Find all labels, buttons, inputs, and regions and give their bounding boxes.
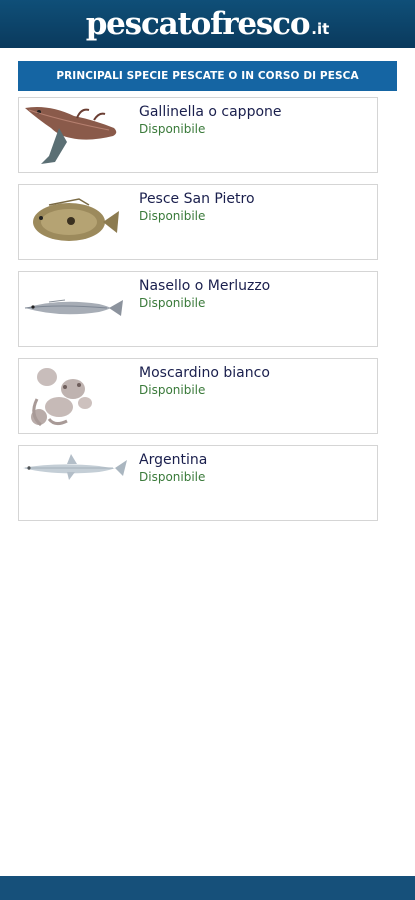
- logo-text: pescatofresco: [85, 5, 311, 42]
- argentine-fish-image: [19, 446, 131, 520]
- availability-status: Disponibile: [139, 122, 206, 136]
- species-name: Nasello o Merluzzo: [139, 278, 271, 294]
- availability-status: Disponibile: [139, 296, 206, 310]
- species-list: Gallinella o cappone Disponibile Pesce S…: [18, 97, 378, 532]
- list-item-san-pietro[interactable]: Pesce San Pietro Disponibile: [18, 184, 378, 260]
- hake-fish-image: [19, 272, 131, 346]
- species-name: Moscardino bianco: [139, 365, 270, 381]
- app-header: pescatofresco .it: [0, 0, 415, 48]
- list-item-argentina[interactable]: Argentina Disponibile: [18, 445, 378, 521]
- availability-status: Disponibile: [139, 383, 206, 397]
- section-title: PRINCIPALI SPECIE PESCATE O IN CORSO DI …: [56, 70, 359, 82]
- availability-status: Disponibile: [139, 470, 206, 484]
- logo-suffix: .it: [311, 19, 330, 38]
- site-logo[interactable]: pescatofresco .it: [85, 5, 330, 42]
- species-name: Gallinella o cappone: [139, 104, 282, 120]
- john-dory-fish-image: [19, 185, 131, 259]
- gurnard-fish-image: [19, 98, 131, 172]
- list-item-nasello[interactable]: Nasello o Merluzzo Disponibile: [18, 271, 378, 347]
- species-name: Argentina: [139, 452, 208, 468]
- availability-status: Disponibile: [139, 209, 206, 223]
- section-title-banner: PRINCIPALI SPECIE PESCATE O IN CORSO DI …: [18, 61, 397, 91]
- octopus-image: [19, 359, 131, 433]
- list-item-gallinella[interactable]: Gallinella o cappone Disponibile: [18, 97, 378, 173]
- bottom-bar: [0, 876, 415, 900]
- list-item-moscardino[interactable]: Moscardino bianco Disponibile: [18, 358, 378, 434]
- species-name: Pesce San Pietro: [139, 191, 255, 207]
